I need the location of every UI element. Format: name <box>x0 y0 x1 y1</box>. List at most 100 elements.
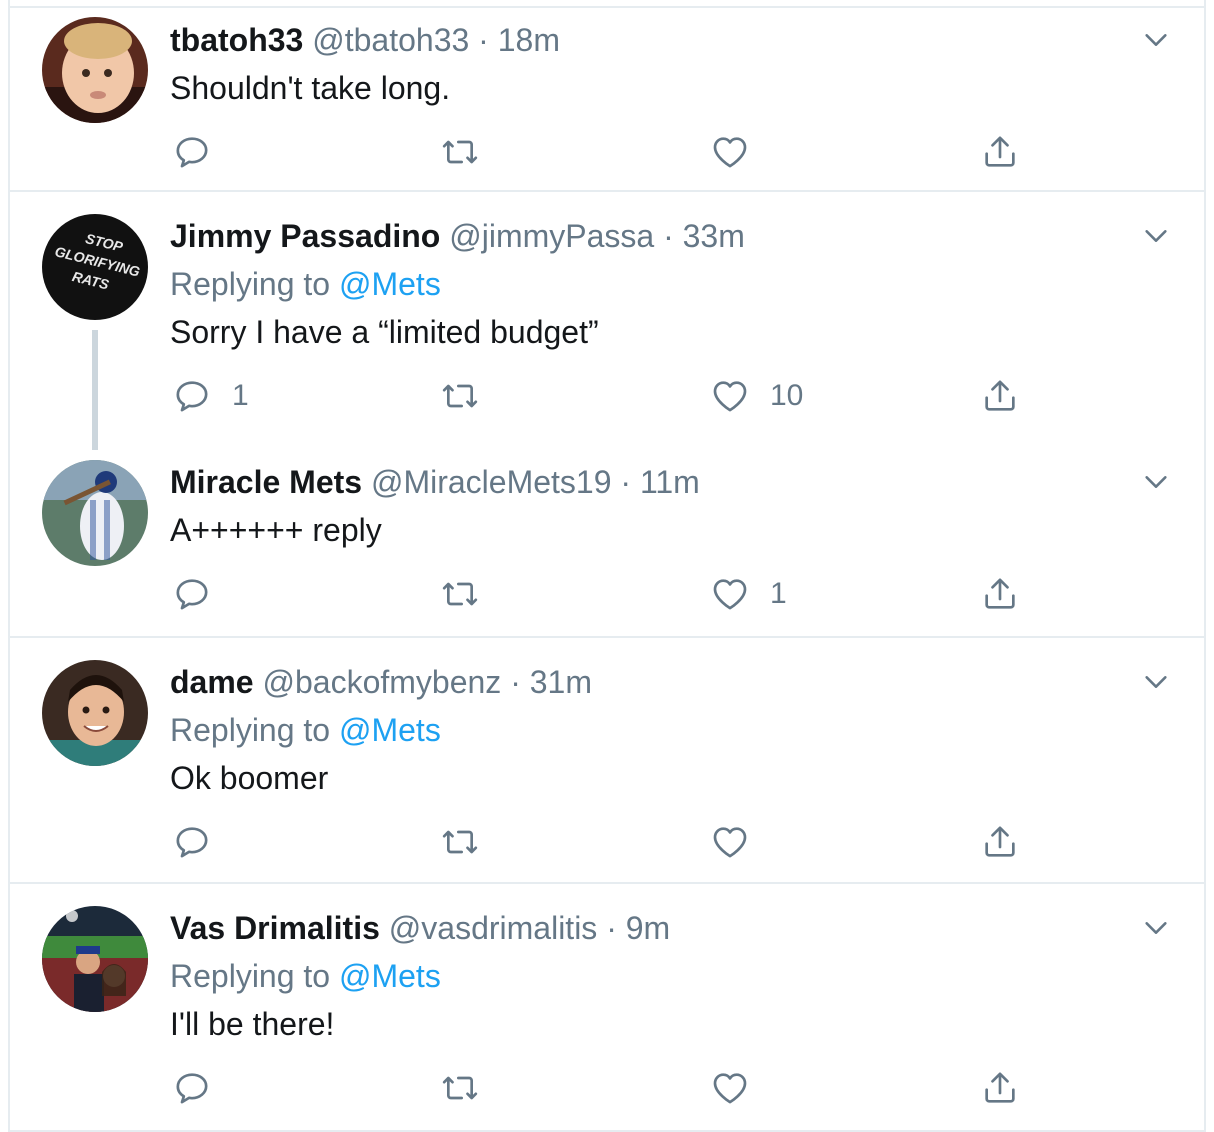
like-button[interactable]: 10 <box>710 374 803 418</box>
like-button[interactable]: 1 <box>710 572 787 616</box>
share-icon <box>985 826 1015 857</box>
tweet-header: Miracle Mets @MiracleMets19 · 11m <box>170 462 1124 502</box>
like-icon <box>713 137 747 168</box>
share-button[interactable] <box>980 374 1020 418</box>
handle[interactable]: @backofmybenz <box>262 664 501 700</box>
tweet-header: tbatoh33 @tbatoh33 · 18m <box>170 20 1124 60</box>
retweet-button[interactable] <box>440 130 480 174</box>
retweet-icon <box>442 384 478 408</box>
tweet-text: Sorry I have a “limited budget” <box>170 314 599 350</box>
share-icon <box>985 380 1015 411</box>
like-button[interactable] <box>710 1066 770 1110</box>
share-icon <box>985 578 1015 609</box>
retweet-button[interactable] <box>440 820 480 864</box>
avatar[interactable] <box>42 906 148 1012</box>
share-icon <box>985 136 1015 167</box>
replying-to-label: Replying to <box>170 712 331 748</box>
share-button[interactable] <box>980 130 1020 174</box>
share-icon <box>985 1072 1015 1103</box>
handle[interactable]: @MiracleMets19 <box>371 464 612 500</box>
reply-icon <box>176 381 208 412</box>
tweet[interactable]: tbatoh33 @tbatoh33 · 18m Shouldn't take … <box>10 8 1204 192</box>
like-button[interactable] <box>710 820 770 864</box>
like-icon <box>713 1073 747 1104</box>
reply-icon <box>176 137 208 168</box>
reply-button[interactable] <box>172 820 232 864</box>
tweet[interactable]: dame @backofmybenz · 31m Replying to @Me… <box>10 638 1204 884</box>
separator: · <box>654 218 683 254</box>
chevron-down-icon[interactable] <box>1142 222 1170 250</box>
separator: · <box>501 664 530 700</box>
handle[interactable]: @jimmyPassa <box>449 218 654 254</box>
tweet-actions: 1 10 <box>170 374 1030 418</box>
reply-button[interactable] <box>172 1066 232 1110</box>
tweet-actions <box>170 130 1030 174</box>
like-button[interactable] <box>710 130 770 174</box>
display-name[interactable]: Jimmy Passadino <box>170 218 440 254</box>
retweet-icon <box>442 582 478 606</box>
thread-line <box>92 330 98 450</box>
retweet-button[interactable] <box>440 1066 480 1110</box>
chevron-down-icon[interactable] <box>1142 468 1170 496</box>
tweet-actions <box>170 1066 1030 1110</box>
like-icon <box>713 381 747 412</box>
display-name[interactable]: Vas Drimalitis <box>170 910 380 946</box>
like-count: 1 <box>770 577 787 610</box>
reply-button[interactable]: 1 <box>172 374 249 418</box>
avatar[interactable] <box>42 460 148 566</box>
mention-link[interactable]: @Mets <box>339 712 441 748</box>
tweet[interactable]: Miracle Mets @MiracleMets19 · 11m A+++++… <box>10 442 1204 638</box>
replies-timeline: tbatoh33 @tbatoh33 · 18m Shouldn't take … <box>8 0 1206 1132</box>
replying-to-label: Replying to <box>170 958 331 994</box>
share-button[interactable] <box>980 1066 1020 1110</box>
share-button[interactable] <box>980 572 1020 616</box>
replying-to-label: Replying to <box>170 266 331 302</box>
separator: · <box>597 910 626 946</box>
display-name[interactable]: tbatoh33 <box>170 22 303 58</box>
timestamp[interactable]: 31m <box>530 664 592 700</box>
tweet-text: I'll be there! <box>170 1006 335 1042</box>
tweet-header: dame @backofmybenz · 31m <box>170 662 1124 702</box>
tweet[interactable]: STOP GLORIFYING RATS Jimmy Passadino @ji… <box>10 192 1204 450</box>
share-button[interactable] <box>980 820 1020 864</box>
handle[interactable]: @tbatoh33 <box>312 22 469 58</box>
mention-link[interactable]: @Mets <box>339 266 441 302</box>
timestamp[interactable]: 9m <box>626 910 670 946</box>
separator: · <box>469 22 498 58</box>
replying-to: Replying to @Mets <box>170 264 441 304</box>
display-name[interactable]: dame <box>170 664 254 700</box>
reply-button[interactable] <box>172 572 232 616</box>
avatar[interactable]: STOP GLORIFYING RATS <box>42 214 148 320</box>
like-icon <box>713 827 747 858</box>
avatar[interactable] <box>42 17 148 123</box>
reply-icon <box>176 1073 208 1104</box>
timestamp[interactable]: 33m <box>683 218 745 254</box>
separator: · <box>611 464 640 500</box>
replying-to: Replying to @Mets <box>170 710 441 750</box>
tweet[interactable]: Vas Drimalitis @vasdrimalitis · 9m Reply… <box>10 884 1204 1132</box>
mention-link[interactable]: @Mets <box>339 958 441 994</box>
reply-icon <box>176 827 208 858</box>
reply-button[interactable] <box>172 130 232 174</box>
retweet-icon <box>442 830 478 854</box>
handle[interactable]: @vasdrimalitis <box>389 910 598 946</box>
retweet-icon <box>442 140 478 164</box>
display-name[interactable]: Miracle Mets <box>170 464 362 500</box>
reply-icon <box>176 579 208 610</box>
tweet-header: Vas Drimalitis @vasdrimalitis · 9m <box>170 908 1124 948</box>
retweet-button[interactable] <box>440 572 480 616</box>
tweet-header: Jimmy Passadino @jimmyPassa · 33m <box>170 216 1124 256</box>
avatar[interactable] <box>42 660 148 766</box>
tweet-text: Ok boomer <box>170 760 329 796</box>
chevron-down-icon[interactable] <box>1142 26 1170 54</box>
tweet-actions: 1 <box>170 572 1030 616</box>
retweet-button[interactable] <box>440 374 480 418</box>
like-count: 10 <box>770 379 804 412</box>
chevron-down-icon[interactable] <box>1142 914 1170 942</box>
timestamp[interactable]: 18m <box>498 22 560 58</box>
retweet-icon <box>442 1076 478 1100</box>
tweet-actions <box>170 820 1030 864</box>
timestamp[interactable]: 11m <box>640 464 700 500</box>
chevron-down-icon[interactable] <box>1142 668 1170 696</box>
like-icon <box>713 579 747 610</box>
